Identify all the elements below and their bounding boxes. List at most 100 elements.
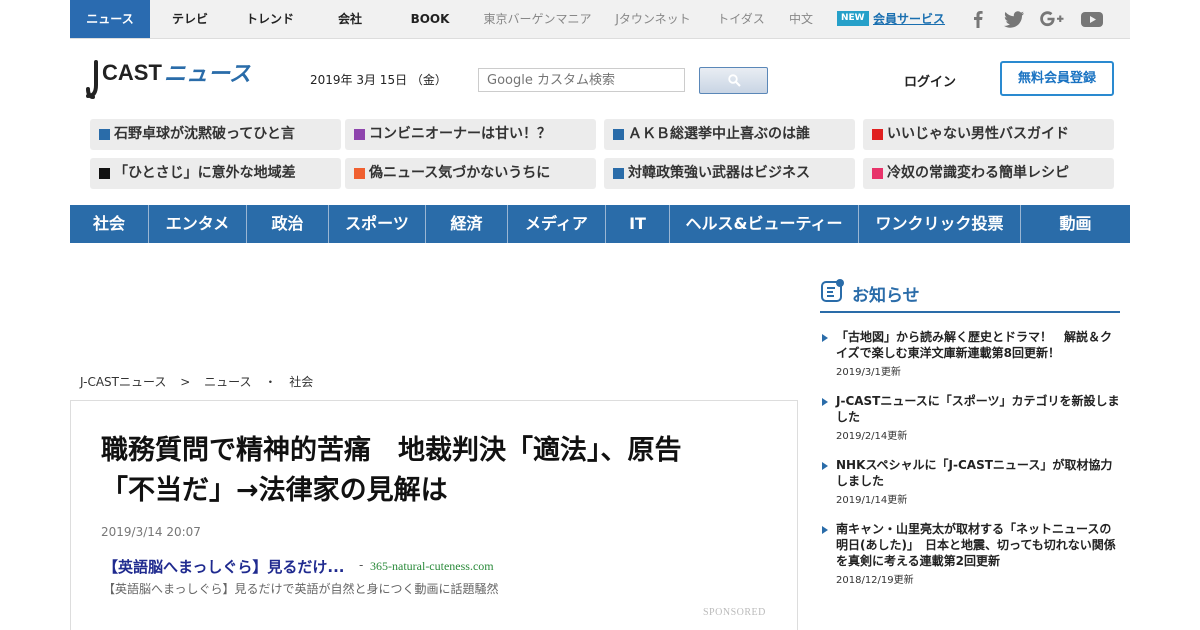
notice-date: 2019/3/1更新: [836, 367, 901, 378]
topic-marker: [872, 129, 883, 140]
headline-line: 職務質問で精神的苦痛 地裁判決「適法」、原告: [101, 435, 682, 466]
breadcrumb-separator: ・: [264, 375, 277, 389]
category-sports[interactable]: スポーツ: [329, 205, 426, 243]
member-service-link[interactable]: 会員サービス: [873, 0, 945, 38]
topic-link[interactable]: ＡＫＢ総選挙中止喜ぶのは誰: [604, 119, 855, 150]
notice-date: 2019/1/14更新: [836, 495, 908, 506]
topic-label: ＡＫＢ総選挙中止喜ぶのは誰: [628, 126, 810, 142]
topic-label: コンビニオーナーは甘い！？: [369, 126, 551, 142]
category-it[interactable]: IT: [606, 205, 670, 243]
notice-text: 明日(あした)」 日本と地震、切っても切れない関係: [836, 538, 1116, 552]
category-media[interactable]: メディア: [508, 205, 606, 243]
j-cast-news-logo[interactable]: CAST ニュース: [84, 58, 284, 100]
topic-link[interactable]: 「ひとさじ」に意外な地域差: [90, 158, 341, 189]
ad-separator: -: [359, 558, 364, 572]
logo-cast-text: CAST: [102, 60, 162, 85]
category-health-beauty[interactable]: ヘルス&ビューティー: [670, 205, 859, 243]
sponsored-ad-description[interactable]: 【英語脳へまっしぐら】見るだけで英語が自然と身につく動画に話題騒然: [103, 580, 499, 597]
topic-marker: [872, 168, 883, 179]
breadcrumb-news[interactable]: ニュース: [204, 375, 251, 389]
topic-marker: [354, 168, 365, 179]
google-plus-icon[interactable]: [1039, 9, 1065, 29]
breadcrumb-home[interactable]: J-CASTニュース: [80, 375, 166, 389]
topnav-jtown[interactable]: Jタウンネット: [608, 0, 698, 38]
topic-link[interactable]: 偽ニュース気づかないうちに: [345, 158, 596, 189]
free-register-button[interactable]: 無料会員登録: [1000, 61, 1114, 96]
topic-marker: [354, 129, 365, 140]
notice-item[interactable]: NHKスペシャルに「J-CASTニュース」が取材協力 しました 2019/1/14…: [820, 457, 1122, 507]
login-link[interactable]: ログイン: [904, 71, 956, 90]
notice-item[interactable]: J-CASTニュースに「スポーツ」カテゴリを新設しま した 2019/2/14更新: [820, 393, 1122, 443]
notice-text: NHKスペシャルに「J-CASTニュース」が取材協力: [836, 458, 1113, 472]
topic-link[interactable]: 石野卓球が沈黙破ってひと言: [90, 119, 341, 150]
notice-header: お知らせ: [820, 278, 1120, 313]
topnav-tokyo-bargain[interactable]: 東京バーゲンマニア: [475, 0, 600, 38]
triangle-bullet-icon: [822, 398, 828, 406]
notice-item[interactable]: 「古地図」から読み解く歴史とドラマ！ 解説＆ク イズで楽しむ東洋文庫新連載第8回更…: [820, 329, 1122, 379]
topic-link[interactable]: 対韓政策強い武器はビジネス: [604, 158, 855, 189]
sponsored-label: SPONSORED: [703, 607, 766, 618]
notice-text: しました: [836, 474, 885, 488]
new-badge: NEW: [837, 11, 869, 26]
topnav-book[interactable]: BOOK: [390, 0, 470, 38]
current-date: 2019年 3月 15日 （金）: [310, 73, 447, 87]
notice-date: 2018/12/19更新: [836, 575, 914, 586]
topnav-company[interactable]: 会社: [310, 0, 390, 38]
facebook-icon[interactable]: [967, 9, 989, 29]
notice-text: を真剣に考える連載第2回更新: [836, 554, 1000, 568]
article-headline: 職務質問で精神的苦痛 地裁判決「適法」、原告 「不当だ」→法律家の見解は: [101, 431, 761, 511]
notice-text: した: [836, 410, 861, 424]
topnav-trend[interactable]: トレンド: [230, 0, 310, 38]
category-navigation: 社会 エンタメ 政治 スポーツ 経済 メディア IT ヘルス&ビューティー ワン…: [70, 205, 1130, 243]
topnav-tv[interactable]: テレビ: [150, 0, 230, 38]
category-one-click-vote[interactable]: ワンクリック投票: [859, 205, 1021, 243]
triangle-bullet-icon: [822, 526, 828, 534]
triangle-bullet-icon: [822, 334, 828, 342]
category-society[interactable]: 社会: [70, 205, 149, 243]
topic-label: 対韓政策強い武器はビジネス: [628, 165, 810, 181]
notice-text: J-CASTニュースに「スポーツ」カテゴリを新設しま: [836, 394, 1120, 408]
topic-link[interactable]: いいじゃない男性バスガイド: [863, 119, 1114, 150]
category-economy[interactable]: 経済: [426, 205, 508, 243]
category-entertainment[interactable]: エンタメ: [149, 205, 247, 243]
article-card: 職務質問で精神的苦痛 地裁判決「適法」、原告 「不当だ」→法律家の見解は 201…: [70, 400, 798, 630]
topnav-toidas[interactable]: トイダス: [710, 0, 772, 38]
sponsored-ad-title[interactable]: 【英語脳へまっしぐら】見るだけ...: [103, 556, 345, 577]
breadcrumb-category[interactable]: 社会: [289, 375, 313, 389]
topic-label: 「ひとさじ」に意外な地域差: [114, 165, 296, 181]
notice-icon: [821, 279, 844, 302]
topic-marker: [613, 129, 624, 140]
breadcrumb-separator: >: [180, 375, 191, 389]
topic-label: 石野卓球が沈黙破ってひと言: [114, 126, 295, 142]
search-button[interactable]: [699, 67, 768, 94]
topic-label: いいじゃない男性バスガイド: [887, 126, 1069, 142]
notice-date: 2019/2/14更新: [836, 431, 908, 442]
topic-label: 偽ニュース気づかないうちに: [369, 165, 551, 181]
headline-line: 「不当だ」→法律家の見解は: [101, 475, 448, 506]
notice-text: イズで楽しむ東洋文庫新連載第8回更新！: [836, 346, 1060, 360]
category-politics[interactable]: 政治: [247, 205, 329, 243]
youtube-icon[interactable]: [1080, 9, 1104, 29]
logo-news-text: ニュース: [164, 62, 251, 87]
notice-text: 「古地図」から読み解く歴史とドラマ！ 解説＆ク: [836, 330, 1113, 344]
topic-marker: [613, 168, 624, 179]
topic-label: 冷奴の常識変わる簡単レシピ: [887, 165, 1069, 181]
search-input[interactable]: [478, 68, 685, 92]
topic-marker: [99, 168, 110, 179]
breadcrumb: J-CASTニュース > ニュース ・ 社会: [80, 373, 313, 390]
topic-link[interactable]: コンビニオーナーは甘い！？: [345, 119, 596, 150]
notice-item[interactable]: 南キャン・山里亮太が取材する「ネットニュースの 明日(あした)」 日本と地震、切っ…: [820, 521, 1122, 587]
topnav-news[interactable]: ニュース: [70, 0, 150, 38]
category-video[interactable]: 動画: [1021, 205, 1130, 243]
triangle-bullet-icon: [822, 462, 828, 470]
twitter-icon[interactable]: [1003, 9, 1025, 29]
notice-title: お知らせ: [852, 286, 920, 306]
top-navigation-bar: ニュース テレビ トレンド 会社 BOOK 東京バーゲンマニア Jタウンネット …: [70, 0, 1130, 39]
sponsored-ad-domain[interactable]: 365-natural-cuteness.com: [370, 559, 494, 574]
search-icon: [728, 74, 741, 87]
topic-marker: [99, 129, 110, 140]
topic-link[interactable]: 冷奴の常識変わる簡単レシピ: [863, 158, 1114, 189]
article-date: 2019/3/14 20:07: [101, 525, 201, 539]
topnav-chinese[interactable]: 中文: [782, 0, 820, 38]
notice-text: 南キャン・山里亮太が取材する「ネットニュースの: [836, 522, 1112, 536]
